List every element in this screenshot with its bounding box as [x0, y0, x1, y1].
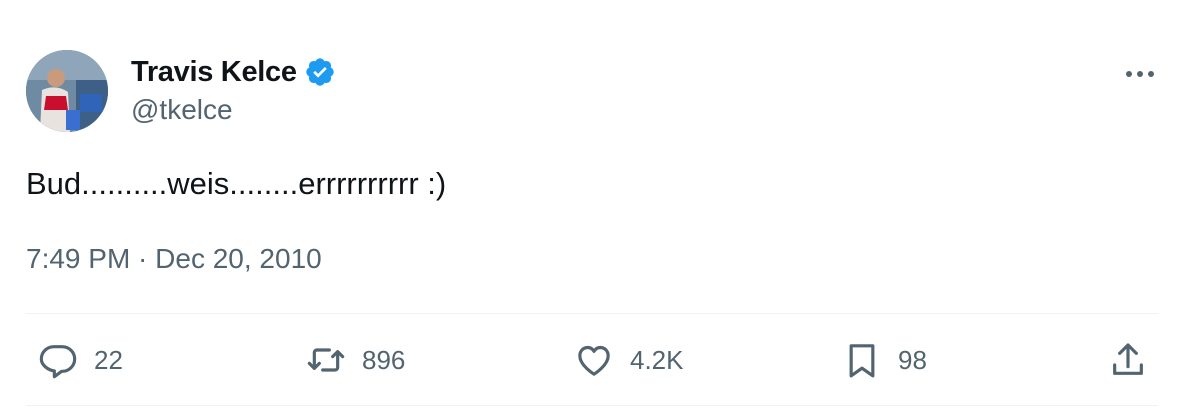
- retweet-button[interactable]: 896: [306, 338, 405, 382]
- author-handle[interactable]: @tkelce: [131, 94, 233, 126]
- bookmark-count: 98: [898, 344, 927, 375]
- verified-badge-icon[interactable]: [304, 56, 336, 88]
- reply-button[interactable]: 22: [38, 338, 123, 382]
- more-options-icon[interactable]: [1122, 62, 1158, 86]
- bookmark-button[interactable]: 98: [842, 338, 927, 382]
- divider-top: [26, 313, 1158, 314]
- author-display-name[interactable]: Travis Kelce: [131, 56, 297, 89]
- share-icon: [1108, 340, 1148, 380]
- heart-icon: [574, 340, 614, 380]
- reply-count: 22: [94, 344, 123, 375]
- tweet-text: Bud..........weis........errrrrrrrrr :): [26, 166, 447, 201]
- tweet-card: Travis Kelce @tkelce Bud..........weis..…: [0, 0, 1182, 410]
- author-name-row: Travis Kelce: [131, 54, 336, 90]
- reply-icon: [38, 340, 78, 380]
- retweet-count: 896: [362, 344, 406, 375]
- retweet-icon: [306, 340, 346, 380]
- tweet-timestamp[interactable]: 7:49 PM · Dec 20, 2010: [26, 243, 322, 275]
- avatar[interactable]: [26, 50, 108, 132]
- bookmark-icon: [842, 340, 882, 380]
- like-count: 4.2K: [630, 344, 684, 375]
- share-button[interactable]: [1108, 338, 1148, 382]
- divider-bottom: [26, 405, 1158, 406]
- avatar-image: [26, 50, 108, 132]
- like-button[interactable]: 4.2K: [574, 338, 684, 382]
